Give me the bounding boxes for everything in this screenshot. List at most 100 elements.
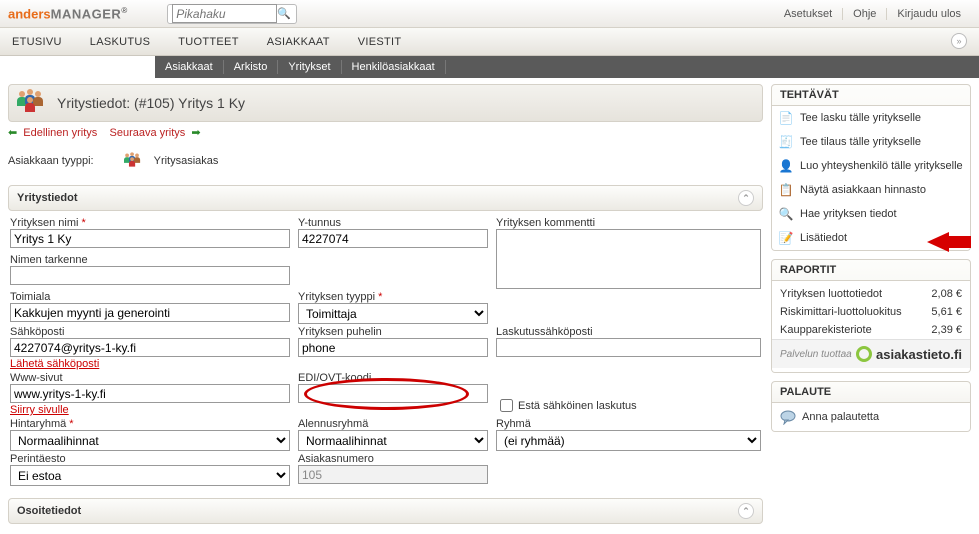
subnav-asiakkaat[interactable]: Asiakkaat xyxy=(155,60,224,74)
select-yrityksen-tyyppi[interactable]: Toimittaja xyxy=(298,303,488,324)
arrow-left-icon: ⬅ xyxy=(8,127,17,139)
task-luo-yhteyshenkilo[interactable]: 👤 Luo yhteyshenkilö tälle yritykselle xyxy=(772,154,970,178)
input-laskutussposti[interactable] xyxy=(496,338,761,357)
feedback-link[interactable]: Anna palautetta xyxy=(802,411,879,423)
page-title-row: Yritystiedot: (#105) Yritys 1 Ky xyxy=(8,84,763,122)
logo: andersMANAGER® xyxy=(8,6,127,21)
section-yritystiedot-head[interactable]: Yritystiedot ⌃ xyxy=(8,185,763,211)
settings-link[interactable]: Asetukset xyxy=(774,8,842,20)
input-edi[interactable] xyxy=(298,384,488,403)
search-icon: 🔍 xyxy=(277,7,291,20)
task-label: Luo yhteyshenkilö tälle yritykselle xyxy=(800,160,963,172)
report-price: 2,08 € xyxy=(931,288,962,300)
select-hintaryhma[interactable]: Normaalihinnat xyxy=(10,430,290,451)
main-nav: ETUSIVU LASKUTUS TUOTTEET ASIAKKAAT VIES… xyxy=(0,28,979,56)
label-edi: EDI/OVT-koodi xyxy=(298,372,488,384)
panel-tehtavat-title: TEHTÄVÄT xyxy=(772,85,970,106)
logout-link[interactable]: Kirjaudu ulos xyxy=(886,8,971,20)
section-osoitetiedot-title: Osoitetiedot xyxy=(17,505,81,517)
label-hintaryhma: Hintaryhmä xyxy=(10,418,290,430)
label-y-tunnus: Y-tunnus xyxy=(298,217,488,229)
input-sahkoposti[interactable] xyxy=(10,338,290,357)
checkbox-esta-laskutus[interactable] xyxy=(500,399,513,412)
task-label: Tee lasku tälle yritykselle xyxy=(800,112,921,124)
quick-search[interactable]: 🔍 xyxy=(167,4,297,24)
label-asiakasnumero: Asiakasnumero xyxy=(298,453,488,465)
topbar: andersMANAGER® 🔍 Asetukset Ohje Kirjaudu… xyxy=(0,0,979,28)
asiakastieto-icon xyxy=(856,346,872,362)
customer-type-label: Asiakkaan tyyppi: xyxy=(8,155,94,167)
task-tee-lasku[interactable]: 📄 Tee lasku tälle yritykselle xyxy=(772,106,970,130)
order-icon: 🧾 xyxy=(778,134,794,150)
panel-tehtavat: TEHTÄVÄT 📄 Tee lasku tälle yritykselle 🧾… xyxy=(771,84,971,251)
company-form: Yrityksen nimi Y-tunnus Yrityksen kommen… xyxy=(8,213,763,492)
input-toimiala[interactable] xyxy=(10,303,290,322)
nav-tuotteet[interactable]: TUOTTEET xyxy=(178,36,238,48)
info-icon: 📝 xyxy=(778,230,794,246)
report-label: Riskimittari-luottoluokitus xyxy=(780,306,902,318)
panel-palaute-title: PALAUTE xyxy=(772,382,970,403)
panel-raportit-title: RAPORTIT xyxy=(772,260,970,281)
subnav-henkiloasiakkaat[interactable]: Henkilöasiakkaat xyxy=(342,60,446,74)
link-laheta-sposti[interactable]: Lähetä sähköposti xyxy=(10,358,290,370)
report-label: Yrityksen luottotiedot xyxy=(780,288,882,300)
task-label: Tee tilaus tälle yritykselle xyxy=(800,136,921,148)
task-tee-tilaus[interactable]: 🧾 Tee tilaus tälle yritykselle xyxy=(772,130,970,154)
task-label: Näytä asiakkaan hinnasto xyxy=(800,184,926,196)
input-www[interactable] xyxy=(10,384,290,403)
section-yritystiedot-title: Yritystiedot xyxy=(17,192,78,204)
nav-laskutus[interactable]: LASKUTUS xyxy=(90,36,150,48)
input-yrityksen-nimi[interactable] xyxy=(10,229,290,248)
label-yrityksen-tyyppi: Yrityksen tyyppi xyxy=(298,291,488,303)
select-perintaesto[interactable]: Ei estoa xyxy=(10,465,290,486)
input-kommentti[interactable] xyxy=(496,229,761,289)
invoice-icon: 📄 xyxy=(778,110,794,126)
report-price: 2,39 € xyxy=(931,324,962,336)
sub-nav: Asiakkaat Arkisto Yritykset Henkilöasiak… xyxy=(155,56,979,78)
input-puhelin[interactable] xyxy=(298,338,488,357)
arrow-right-icon: ➡ xyxy=(191,127,200,139)
nav-etusivu[interactable]: ETUSIVU xyxy=(12,36,62,48)
customer-type-value: Yritysasiakas xyxy=(154,155,219,167)
subnav-yritykset[interactable]: Yritykset xyxy=(278,60,341,74)
task-hae-tiedot[interactable]: 🔍 Hae yrityksen tiedot xyxy=(772,202,970,226)
next-company-link[interactable]: Seuraava yritys xyxy=(110,127,186,139)
provider-row: Palvelun tuottaa asiakastieto.fi xyxy=(772,339,970,368)
task-nayta-hinnasto[interactable]: 📋 Näytä asiakkaan hinnasto xyxy=(772,178,970,202)
report-row[interactable]: Riskimittari-luottoluokitus 5,61 € xyxy=(772,303,970,321)
task-label: Lisätiedot xyxy=(800,232,847,244)
section-osoitetiedot-head[interactable]: Osoitetiedot ⌃ xyxy=(8,498,763,524)
subnav-arkisto[interactable]: Arkisto xyxy=(224,60,279,74)
quick-search-input[interactable] xyxy=(172,4,277,23)
nav-more-icon[interactable]: » xyxy=(951,33,967,49)
prev-company-link[interactable]: Edellinen yritys xyxy=(23,127,97,139)
panel-raportit: RAPORTIT Yrityksen luottotiedot 2,08 € R… xyxy=(771,259,971,373)
nav-asiakkaat[interactable]: ASIAKKAAT xyxy=(267,36,330,48)
collapse-icon[interactable]: ⌃ xyxy=(738,190,754,206)
input-y-tunnus[interactable] xyxy=(298,229,488,248)
label-www: Www-sivut xyxy=(10,372,290,384)
label-kommentti: Yrityksen kommentti xyxy=(496,217,761,229)
input-nimen-tarkenne[interactable] xyxy=(10,266,290,285)
report-row[interactable]: Kaupparekisteriote 2,39 € xyxy=(772,321,970,339)
nav-viestit[interactable]: VIESTIT xyxy=(358,36,402,48)
report-price: 5,61 € xyxy=(931,306,962,318)
annotation-arrow xyxy=(927,232,949,252)
report-row[interactable]: Yrityksen luottotiedot 2,08 € xyxy=(772,285,970,303)
link-siirry-sivulle[interactable]: Siirry sivulle xyxy=(10,404,290,416)
help-link[interactable]: Ohje xyxy=(842,8,886,20)
person-add-icon: 👤 xyxy=(778,158,794,174)
label-toimiala: Toimiala xyxy=(10,291,290,303)
collapse-icon[interactable]: ⌃ xyxy=(738,503,754,519)
select-alennusryhma[interactable]: Normaalihinnat xyxy=(298,430,488,451)
pricelist-icon: 📋 xyxy=(778,182,794,198)
label-ryhma: Ryhmä xyxy=(496,418,761,430)
label-yrityksen-nimi: Yrityksen nimi xyxy=(10,217,290,229)
company-group-icon xyxy=(17,89,49,117)
top-links: Asetukset Ohje Kirjaudu ulos xyxy=(774,8,971,20)
magnifier-icon: 🔍 xyxy=(778,206,794,222)
panel-palaute: PALAUTE Anna palautetta xyxy=(771,381,971,432)
select-ryhma[interactable]: (ei ryhmää) xyxy=(496,430,761,451)
label-sahkoposti: Sähköposti xyxy=(10,326,290,338)
label-puhelin: Yrityksen puhelin xyxy=(298,326,488,338)
